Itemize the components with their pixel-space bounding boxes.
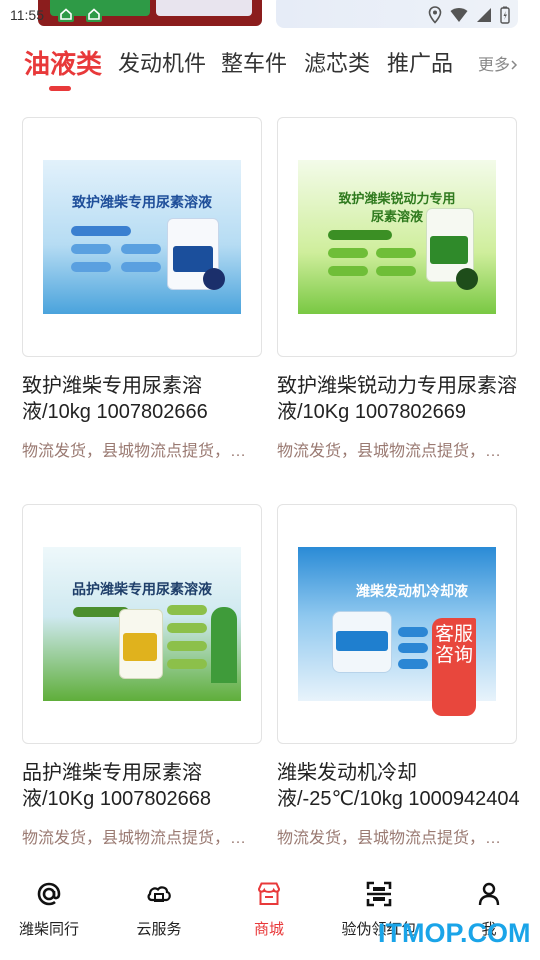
site-watermark: ITMOP.COM (378, 918, 531, 948)
product-shipping-note: 物流发货，县城物流点提货，送到家需要补差价 (22, 830, 262, 847)
location-icon (428, 6, 442, 24)
tab-engine-parts[interactable]: 发动机件 (118, 46, 206, 78)
signal-icon (477, 8, 491, 22)
product-card[interactable]: 品护潍柴专用尿素溶液 品护潍柴专用尿素溶液/10Kg 1007802668 物流… (22, 504, 262, 848)
product-card[interactable]: 致护潍柴专用尿素溶液 致护潍柴专用尿素溶液/10kg 1007802666 物流… (22, 117, 262, 461)
product-image: 致护潍柴锐动力专用尿素溶液 (298, 160, 496, 314)
product-image-frame[interactable]: 品护潍柴专用尿素溶液 (22, 504, 262, 744)
nav-weichai-together[interactable]: 潍柴同行 (0, 880, 104, 939)
product-image-headline: 品护潍柴专用尿素溶液 (72, 581, 212, 597)
more-label: 更多 (478, 57, 511, 74)
nav-label: 云服务 (136, 921, 182, 938)
store-icon (257, 882, 281, 905)
product-title[interactable]: 致护潍柴锐动力专用尿素溶液/10Kg 1007802669 (277, 373, 521, 425)
product-shipping-note: 物流发货，县城物流点提货，送到家需要补差价 (277, 830, 517, 847)
battery-icon (500, 6, 510, 24)
product-image-headline: 致护潍柴专用尿素溶液 (72, 194, 212, 210)
home-notification-icon (86, 6, 102, 22)
tab-filters[interactable]: 滤芯类 (304, 46, 370, 78)
status-bar: 11:55 (0, 0, 540, 30)
product-image-frame[interactable]: 致护潍柴锐动力专用尿素溶液 (277, 117, 517, 357)
customer-service-button[interactable]: 客服咨询 (432, 618, 476, 716)
product-image-headline: 潍柴发动机冷却液 (356, 583, 468, 599)
category-tabs: 油液类 发动机件 整车件 滤芯类 推广品 更多 (0, 40, 540, 96)
product-shipping-note: 物流发货，县城物流点提货，送到家需要补差价 (22, 443, 262, 460)
home-notification-icon (58, 6, 74, 22)
at-sign-icon (37, 882, 61, 906)
cloud-service-icon (147, 886, 171, 902)
nav-label: 潍柴同行 (18, 921, 79, 938)
product-image: 品护潍柴专用尿素溶液 (43, 547, 241, 701)
nav-mall[interactable]: 商城 (214, 880, 324, 939)
more-categories-button[interactable]: 更多 (478, 51, 518, 75)
product-card[interactable]: 潍柴发动机冷却液 潍柴发动机冷却液/-25℃/10kg 1000942404 物… (277, 504, 520, 848)
product-title[interactable]: 品护潍柴专用尿素溶液/10Kg 1007802668 (22, 760, 266, 812)
nav-label: 商城 (253, 921, 284, 938)
product-shipping-note: 物流发货，县城物流点提货，送到家需要补差价 (277, 443, 517, 460)
tab-oil-fluids[interactable]: 油液类 (24, 44, 102, 81)
wifi-icon (450, 8, 468, 22)
nav-cloud-service[interactable]: 云服务 (104, 880, 214, 939)
tab-promotions[interactable]: 推广品 (387, 46, 453, 78)
product-image: 致护潍柴专用尿素溶液 (43, 160, 241, 314)
chevron-right-icon (511, 60, 518, 70)
product-title[interactable]: 致护潍柴专用尿素溶液/10kg 1007802666 (22, 373, 266, 425)
product-title[interactable]: 潍柴发动机冷却液/-25℃/10kg 1000942404 (277, 760, 521, 812)
tab-vehicle-parts[interactable]: 整车件 (221, 46, 287, 78)
user-icon (478, 882, 500, 906)
product-image-frame[interactable]: 致护潍柴专用尿素溶液 (22, 117, 262, 357)
status-time: 11:55 (10, 7, 44, 23)
scan-icon (366, 881, 392, 907)
product-card[interactable]: 致护潍柴锐动力专用尿素溶液 致护潍柴锐动力专用尿素溶液/10Kg 1007802… (277, 117, 517, 461)
active-tab-indicator (49, 86, 71, 91)
product-image-frame[interactable]: 潍柴发动机冷却液 (277, 504, 517, 744)
